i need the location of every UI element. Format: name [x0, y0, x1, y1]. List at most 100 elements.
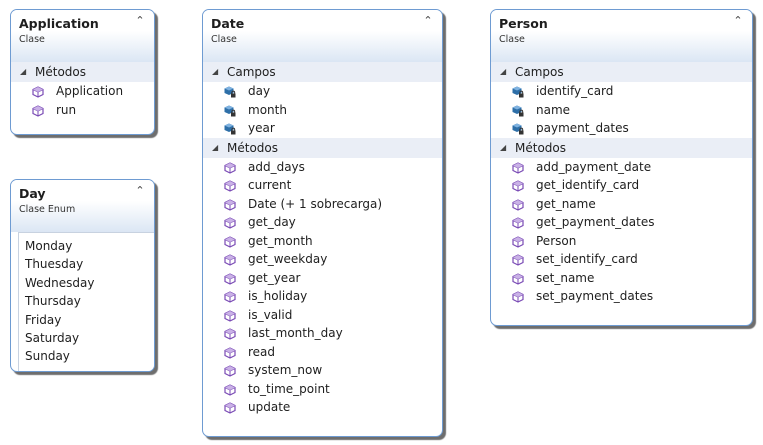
field-name: year: [248, 121, 275, 135]
method-name: set_identify_card: [536, 252, 638, 266]
enum-value[interactable]: Wednesday: [19, 274, 154, 292]
class-header: Day Clase Enum ⌃: [11, 180, 154, 232]
method-name: current: [248, 178, 292, 192]
enum-value[interactable]: Thursday: [19, 292, 154, 310]
enum-value[interactable]: Monday: [19, 237, 154, 255]
class-box-person[interactable]: Person Clase ⌃ ◢ Campos identify_cardname p…: [490, 9, 753, 326]
method-row[interactable]: update: [203, 398, 442, 417]
enum-values: Monday Thuesday Wednesday Thursday Frida…: [18, 232, 154, 371]
enum-value[interactable]: Saturday: [19, 329, 154, 347]
method-name: get_year: [248, 270, 301, 285]
field-name: identify_card: [536, 84, 614, 98]
method-cube-icon: [512, 290, 524, 303]
expand-triangle-icon[interactable]: ◢: [500, 138, 506, 158]
method-row[interactable]: Person: [491, 232, 752, 251]
method-row[interactable]: get_identify_card: [491, 176, 752, 195]
class-header: Application Clase ⌃: [11, 10, 154, 62]
method-cube-icon: [224, 346, 236, 359]
collapse-chevron-icon[interactable]: ⌃: [732, 15, 744, 27]
field-row[interactable]: year: [203, 119, 442, 138]
method-row[interactable]: get_month: [203, 232, 442, 251]
method-cube-icon: [512, 179, 524, 192]
collapse-chevron-icon[interactable]: ⌃: [422, 15, 434, 27]
class-kind: Clase: [499, 34, 525, 45]
method-cube-icon: [224, 161, 236, 174]
method-name: system_now: [248, 363, 323, 377]
method-row[interactable]: add_payment_date: [491, 158, 752, 177]
field-row[interactable]: identify_card: [491, 82, 752, 101]
field-name: month: [248, 102, 287, 117]
class-box-day[interactable]: Day Clase Enum ⌃ Monday Thuesday Wednesd…: [10, 179, 155, 372]
field-lock-icon: [224, 104, 236, 116]
method-row[interactable]: get_year: [203, 269, 442, 288]
method-cube-icon: [224, 272, 236, 285]
section-header-campos[interactable]: ◢ Campos: [491, 62, 752, 82]
method-row[interactable]: get_day: [203, 213, 442, 232]
method-row[interactable]: system_now: [203, 361, 442, 380]
method-name: last_month_day: [248, 326, 343, 340]
method-cube-icon: [32, 85, 44, 98]
method-name: is_holiday: [248, 289, 308, 303]
class-name: Date: [211, 16, 245, 31]
method-row[interactable]: set_identify_card: [491, 250, 752, 269]
method-cube-icon: [224, 216, 236, 229]
method-row[interactable]: add_days: [203, 158, 442, 177]
method-row[interactable]: Date (+ 1 sobrecarga): [203, 195, 442, 214]
method-cube-icon: [224, 401, 236, 414]
method-row[interactable]: to_time_point: [203, 380, 442, 399]
method-row[interactable]: run: [11, 101, 154, 120]
method-cube-icon: [224, 327, 236, 340]
field-lock-icon: [224, 122, 236, 135]
method-name: add_payment_date: [536, 159, 652, 174]
class-name: Day: [19, 186, 46, 201]
method-row[interactable]: is_holiday: [203, 287, 442, 306]
method-cube-icon: [224, 235, 236, 248]
method-row[interactable]: last_month_day: [203, 324, 442, 343]
class-box-application[interactable]: Application Clase ⌃ ◢ Métodos Application r…: [10, 9, 155, 135]
expand-triangle-icon[interactable]: ◢: [212, 62, 218, 82]
method-row[interactable]: read: [203, 343, 442, 362]
method-row[interactable]: get_weekday: [203, 250, 442, 269]
class-kind: Clase Enum: [19, 204, 76, 215]
method-row[interactable]: current: [203, 176, 442, 195]
class-name: Person: [499, 16, 548, 31]
field-row[interactable]: payment_dates: [491, 119, 752, 138]
section-header-metodos[interactable]: ◢ Métodos: [203, 137, 442, 158]
method-cube-icon: [512, 161, 524, 174]
section-header-metodos[interactable]: ◢ Métodos: [491, 137, 752, 158]
method-row[interactable]: Application: [11, 82, 154, 101]
method-name: run: [56, 102, 77, 117]
collapse-chevron-icon[interactable]: ⌃: [134, 15, 146, 27]
expand-triangle-icon[interactable]: ◢: [212, 138, 218, 158]
expand-triangle-icon[interactable]: ◢: [20, 62, 26, 82]
class-box-date[interactable]: Date Clase ⌃ ◢ Campos day month year ◢ Métodos…: [202, 9, 443, 437]
method-row[interactable]: set_name: [491, 269, 752, 288]
method-name: get_month: [248, 233, 313, 248]
method-row[interactable]: set_payment_dates: [491, 287, 752, 306]
field-row[interactable]: day: [203, 82, 442, 101]
collapse-chevron-icon[interactable]: ⌃: [134, 185, 146, 197]
method-cube-icon: [224, 290, 236, 303]
method-name: set_payment_dates: [536, 289, 654, 303]
section-label: Campos: [515, 65, 564, 79]
enum-value[interactable]: Thuesday: [19, 255, 154, 273]
class-kind: Clase: [211, 34, 237, 45]
method-name: Date (+ 1 sobrecarga): [248, 196, 383, 211]
method-row[interactable]: get_name: [491, 195, 752, 214]
enum-value[interactable]: Friday: [19, 311, 154, 329]
method-cube-icon: [224, 383, 236, 396]
section-header-campos[interactable]: ◢ Campos: [203, 62, 442, 82]
expand-triangle-icon[interactable]: ◢: [500, 62, 506, 82]
field-row[interactable]: name: [491, 101, 752, 120]
method-row[interactable]: is_valid: [203, 306, 442, 325]
section-label: Métodos: [227, 140, 278, 155]
method-name: get_payment_dates: [536, 215, 655, 229]
section-header-metodos[interactable]: ◢ Métodos: [11, 62, 154, 82]
field-lock-icon: [512, 85, 524, 98]
enum-value[interactable]: Sunday: [19, 347, 154, 365]
method-name: get_day: [248, 215, 296, 229]
field-row[interactable]: month: [203, 101, 442, 120]
method-name: update: [248, 400, 291, 414]
method-row[interactable]: get_payment_dates: [491, 213, 752, 232]
section-label: Métodos: [515, 140, 566, 155]
